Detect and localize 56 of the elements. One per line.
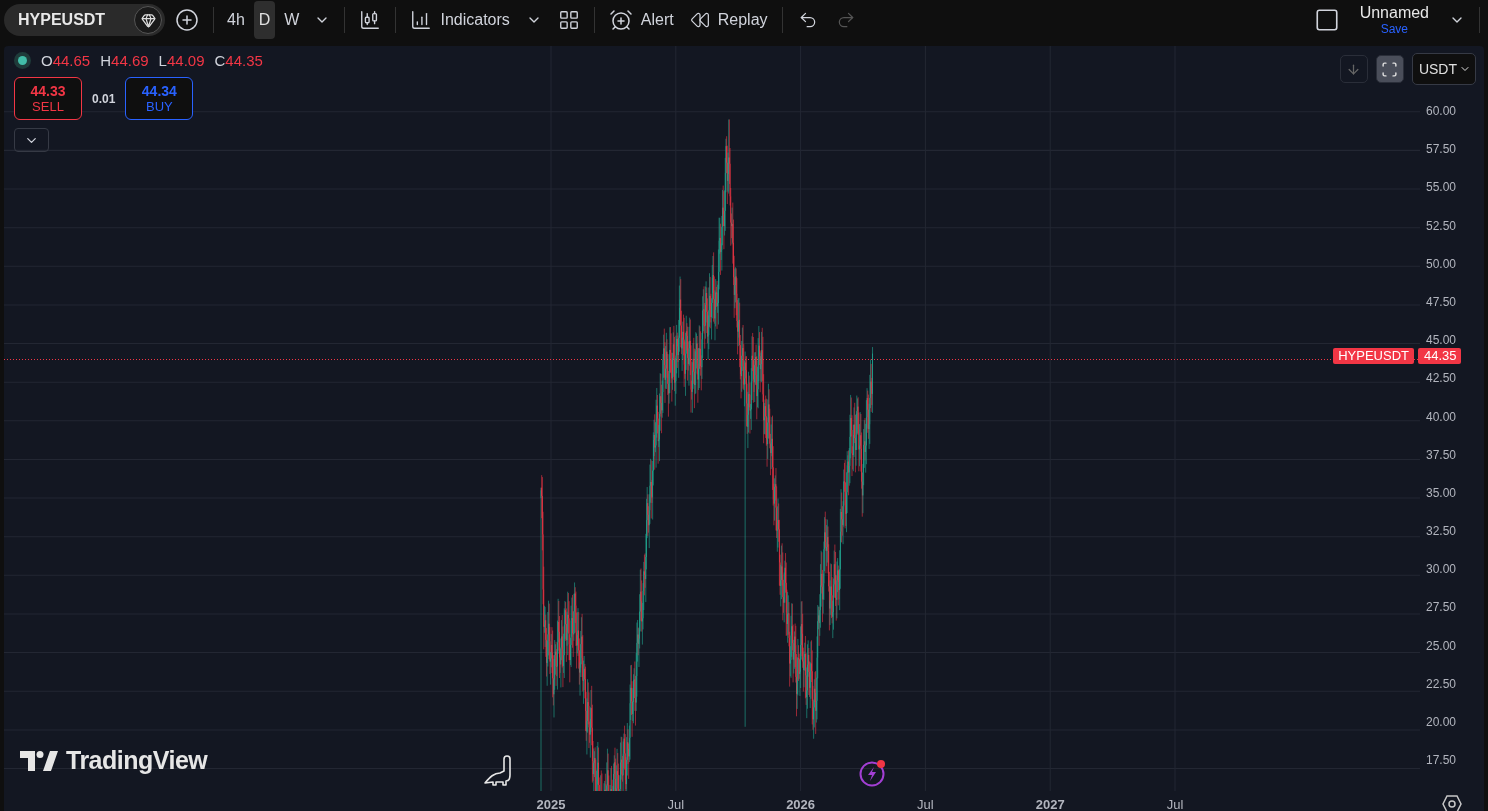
last-price-tag: 44.35 (1418, 348, 1461, 364)
price-axis-label: 35.00 (1425, 485, 1458, 500)
spread-value: 0.01 (92, 91, 116, 106)
price-axis-label: 57.50 (1425, 142, 1458, 157)
indicators-button[interactable]: Indicators (404, 3, 516, 37)
scroll-down-button[interactable] (1339, 55, 1368, 83)
alarm-clock-icon (608, 8, 633, 32)
interval-tab[interactable]: D (253, 1, 276, 39)
ohlc-value: O44.65 (41, 52, 91, 69)
price-axis-label: 37.50 (1425, 447, 1458, 462)
price-axis-label: 27.50 (1425, 600, 1458, 615)
interval-tab[interactable]: W (279, 1, 305, 39)
price-axis-label: 20.00 (1425, 715, 1458, 729)
rewind-icon (689, 10, 710, 30)
symbol-price-tag: HYPEUSDT (1333, 348, 1414, 364)
price-axis-label: 25.00 (1425, 638, 1458, 653)
layout-name-button[interactable]: Unnamed Save (1349, 4, 1439, 36)
time-axis-label: 2026 (785, 796, 817, 811)
settings-icon[interactable] (1442, 795, 1462, 811)
price-axis-label: 47.50 (1425, 294, 1458, 309)
price-axis-label: 52.50 (1425, 218, 1458, 233)
logo-icon (20, 750, 58, 771)
arrow-down-icon (1346, 61, 1362, 77)
ohlc-value: C44.35 (214, 52, 263, 69)
status-dot (14, 52, 31, 69)
dinosaur-icon (484, 753, 514, 788)
price-axis-label: 42.50 (1425, 371, 1458, 386)
price-axis-label: 22.50 (1425, 676, 1458, 691)
price-axis-label: 55.00 (1425, 180, 1458, 195)
price-axis-label: 30.00 (1425, 562, 1458, 577)
currency-select[interactable]: USDT (1411, 53, 1476, 85)
lightning-icon[interactable] (859, 759, 887, 788)
chart-icon (410, 9, 433, 31)
symbol-search[interactable]: HYPEUSDT (4, 4, 165, 36)
ohlc-value: L44.09 (158, 52, 205, 69)
interval-tab[interactable]: 4h (222, 1, 250, 39)
fullscreen-icon (1381, 60, 1399, 78)
alert-button[interactable]: Alert (602, 3, 680, 37)
time-axis-label: 2027 (1034, 796, 1066, 811)
time-axis-label: Jul (916, 796, 935, 811)
ohlc-value: H44.69 (100, 52, 149, 69)
replay-button[interactable]: Replay (683, 3, 774, 37)
time-axis-label: Jul (666, 796, 686, 811)
price-axis-label: 32.50 (1425, 524, 1458, 539)
logo-text: TradingView (66, 746, 208, 776)
price-axis-label: 17.50 (1425, 753, 1458, 768)
buy-button[interactable]: 44.34 BUY (125, 77, 194, 120)
time-axis-label: 2025 (535, 796, 567, 811)
fullscreen-button[interactable] (1375, 55, 1404, 83)
price-axis-label: 60.00 (1425, 104, 1458, 118)
time-axis-label: Jul (1165, 796, 1185, 811)
price-axis-label: 50.00 (1425, 256, 1458, 271)
symbol-name: HYPEUSDT (18, 11, 106, 29)
price-axis-label: 45.00 (1425, 333, 1458, 348)
sell-button[interactable]: 44.33 SELL (14, 77, 82, 120)
price-axis-label: 40.00 (1425, 409, 1458, 424)
